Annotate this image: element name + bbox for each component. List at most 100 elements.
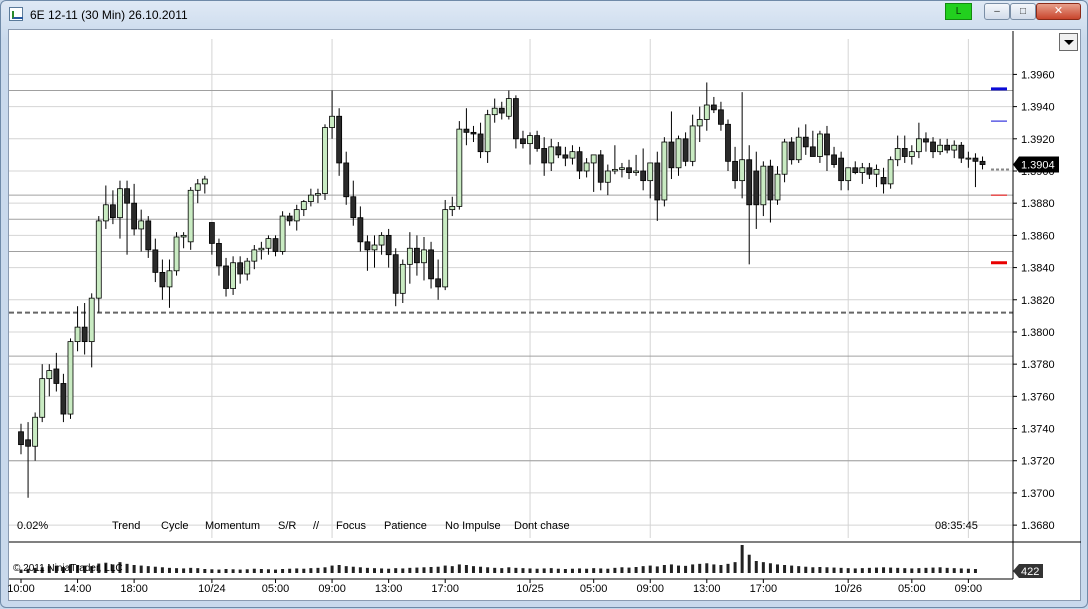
candle-down bbox=[470, 131, 477, 135]
volume-bar bbox=[952, 568, 956, 573]
candle-up bbox=[937, 144, 943, 153]
volume-bar bbox=[535, 568, 539, 573]
price-chart[interactable]: 1.39601.39401.39201.39001.38801.38601.38… bbox=[1, 1, 1088, 609]
y-tick-label: 1.3780 bbox=[1021, 359, 1055, 371]
candle-up bbox=[505, 98, 512, 117]
candle-up bbox=[661, 141, 668, 201]
candle-down bbox=[414, 247, 420, 264]
candle-up bbox=[279, 215, 286, 252]
volume-bar bbox=[669, 564, 673, 573]
candle-up bbox=[675, 138, 682, 169]
candle-up bbox=[95, 220, 102, 299]
candle-up bbox=[300, 201, 307, 211]
volume-bar bbox=[387, 568, 391, 573]
volume-bar bbox=[309, 568, 313, 573]
y-tick-label: 1.3740 bbox=[1021, 424, 1055, 436]
candle-down bbox=[668, 141, 675, 169]
candle-down bbox=[555, 146, 562, 156]
volume-bar bbox=[973, 569, 977, 573]
candle-down bbox=[944, 144, 951, 151]
volume-bar bbox=[917, 568, 921, 573]
volume-bar bbox=[139, 565, 143, 573]
volume-bar bbox=[931, 567, 935, 573]
x-tick-label: 05:00 bbox=[580, 583, 608, 595]
candle-up bbox=[484, 114, 491, 153]
candle-up bbox=[265, 238, 272, 249]
candle-down bbox=[428, 249, 434, 280]
candle-down bbox=[223, 265, 229, 289]
volume-bar bbox=[570, 568, 574, 573]
x-tick-label: 17:00 bbox=[750, 583, 778, 595]
volume-bar bbox=[924, 567, 928, 573]
candle-up bbox=[689, 125, 696, 162]
x-tick-label: 14:00 bbox=[64, 583, 92, 595]
chevron-down-icon[interactable] bbox=[1059, 33, 1078, 51]
candle-up bbox=[32, 416, 39, 447]
candle-up bbox=[894, 148, 901, 161]
candle-down bbox=[725, 123, 731, 162]
volume-bar bbox=[245, 569, 249, 573]
volume-bar bbox=[238, 569, 242, 573]
candle-up bbox=[138, 220, 145, 230]
volume-bar bbox=[691, 564, 695, 573]
y-tick-label: 1.3860 bbox=[1021, 230, 1055, 242]
volume-bar bbox=[493, 567, 497, 573]
candle-up bbox=[527, 135, 533, 145]
candle-up bbox=[74, 326, 81, 343]
volume-bar bbox=[316, 567, 320, 573]
candle-up bbox=[378, 234, 385, 246]
candle-up bbox=[633, 170, 639, 174]
volume-bar bbox=[217, 569, 221, 573]
indicator-label: Focus bbox=[336, 520, 366, 532]
candle-up bbox=[449, 206, 456, 211]
volume-bar bbox=[818, 567, 822, 573]
volume-bar bbox=[401, 568, 405, 573]
candle-down bbox=[541, 148, 548, 164]
candle-up bbox=[604, 170, 611, 183]
volume-bar bbox=[196, 568, 200, 573]
indicator-label: Momentum bbox=[205, 520, 261, 532]
volume-bar bbox=[500, 568, 504, 573]
volume-bar bbox=[620, 567, 624, 573]
candle-up bbox=[173, 236, 180, 272]
candle-down bbox=[343, 162, 350, 198]
volume-bar bbox=[867, 567, 871, 573]
volume-bar bbox=[288, 568, 292, 573]
candle-down bbox=[562, 154, 569, 159]
candle-up bbox=[696, 119, 703, 127]
candle-down bbox=[732, 160, 738, 182]
indicator-label: Dont chase bbox=[514, 520, 570, 532]
percent-change-label: 0.02% bbox=[17, 520, 49, 532]
volume-bar bbox=[945, 567, 949, 573]
candle-up bbox=[569, 151, 576, 159]
volume-bar bbox=[825, 567, 829, 573]
candle-down bbox=[626, 167, 632, 174]
volume-bar bbox=[365, 567, 369, 573]
candle-up bbox=[965, 157, 972, 160]
candle-up bbox=[951, 144, 958, 151]
candle-up bbox=[117, 188, 123, 219]
candle-up bbox=[244, 260, 251, 275]
candle-down bbox=[979, 160, 986, 165]
candle-down bbox=[18, 431, 24, 446]
candle-up bbox=[908, 151, 915, 157]
candle-up bbox=[442, 209, 449, 288]
candle-down bbox=[336, 115, 343, 164]
candle-down bbox=[901, 148, 908, 157]
candle-down bbox=[498, 107, 505, 114]
volume-bar bbox=[252, 568, 256, 573]
volume-bar bbox=[266, 569, 270, 573]
candle-up bbox=[583, 162, 590, 172]
candle-up bbox=[739, 159, 746, 182]
volume-bar bbox=[507, 567, 511, 573]
volume-bar bbox=[125, 563, 129, 573]
candle-down bbox=[216, 243, 222, 267]
candle-up bbox=[611, 168, 618, 172]
volume-bar bbox=[832, 567, 836, 573]
volume-bar bbox=[323, 567, 327, 573]
indicator-label: No Impulse bbox=[445, 520, 501, 532]
x-tick-label: 13:00 bbox=[375, 583, 403, 595]
volume-bar bbox=[549, 568, 553, 573]
volume-bar bbox=[132, 565, 136, 573]
candle-up bbox=[67, 341, 74, 415]
